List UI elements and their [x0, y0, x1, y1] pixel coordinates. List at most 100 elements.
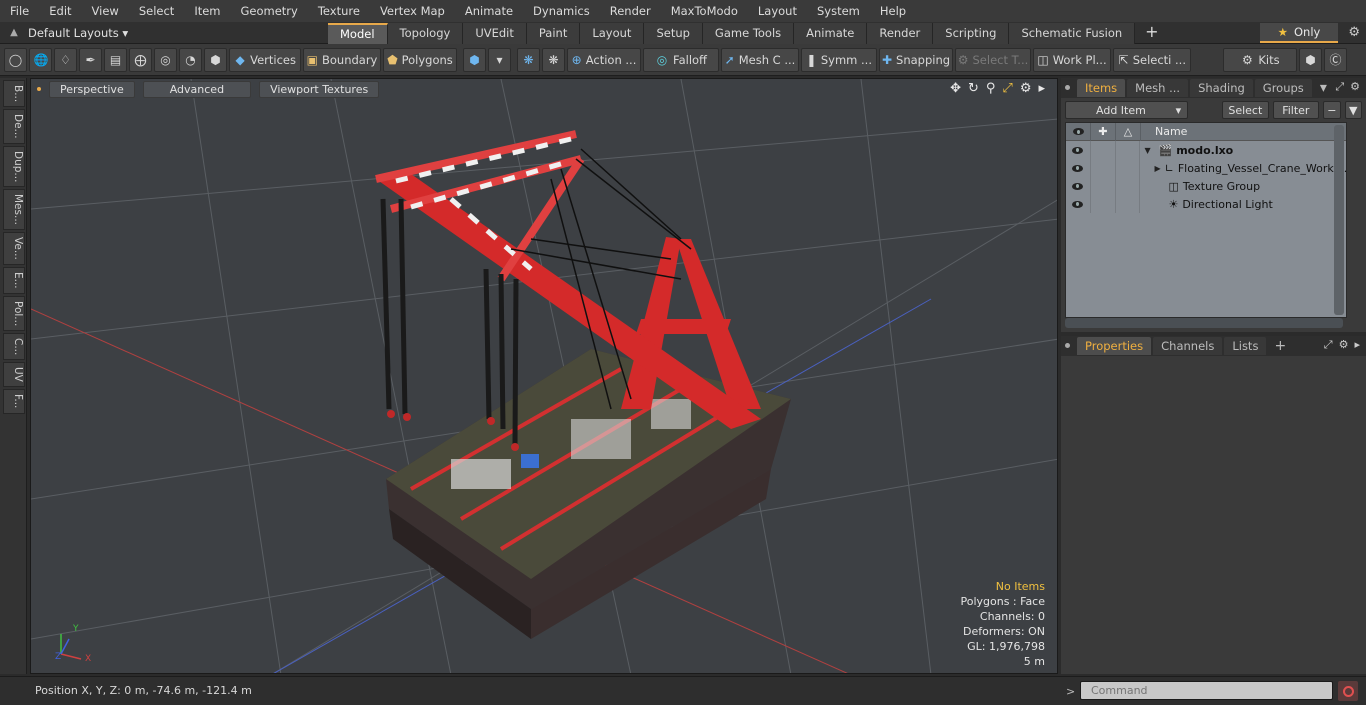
- brush-button[interactable]: ✒: [79, 47, 102, 72]
- tab-lists[interactable]: Lists: [1224, 337, 1267, 355]
- tab-scripting[interactable]: Scripting: [933, 22, 1010, 44]
- panel-more-icon[interactable]: ▸: [1354, 338, 1360, 352]
- tab-groups[interactable]: Groups: [1254, 79, 1312, 97]
- menu-file[interactable]: File: [0, 0, 39, 22]
- material-dropdown[interactable]: ▾: [488, 47, 511, 72]
- tree-row-modo-lxo[interactable]: ▼ 🎬 modo.lxo: [1066, 141, 1346, 159]
- menu-edit[interactable]: Edit: [39, 0, 81, 22]
- vertices-button[interactable]: ◆ Vertices: [229, 47, 301, 72]
- menu-view[interactable]: View: [82, 0, 129, 22]
- mesh-constraint-button[interactable]: ➚ Mesh C ...: [721, 47, 799, 72]
- zoom-icon[interactable]: ⚲: [986, 81, 996, 96]
- panel-gear-icon[interactable]: ⚙: [1339, 338, 1349, 352]
- vtab-vertex[interactable]: Ve...: [3, 232, 25, 266]
- action-center-button[interactable]: ⊕ Action ...: [567, 47, 641, 72]
- unreal-button[interactable]: Ⓒ: [1324, 47, 1347, 72]
- 3d-viewport[interactable]: Y X Z Perspective Advanced Viewport Text…: [30, 78, 1058, 674]
- filter-button[interactable]: Filter: [1272, 101, 1320, 119]
- maximize-icon[interactable]: ⤢: [1002, 81, 1012, 96]
- select-through-button[interactable]: ⚙ Select T...: [955, 47, 1031, 72]
- tab-render[interactable]: Render: [867, 22, 934, 44]
- vtab-duplicate[interactable]: Dup...: [3, 145, 25, 188]
- vtab-basic[interactable]: B...: [3, 80, 25, 108]
- polygons-button[interactable]: ⬟ Polygons: [383, 47, 457, 72]
- name-column-header[interactable]: Name: [1141, 125, 1187, 138]
- tree-row-texture-group[interactable]: ◫ Texture Group: [1066, 177, 1346, 195]
- pen-button[interactable]: ♢: [54, 47, 77, 72]
- tab-layout[interactable]: Layout: [580, 22, 645, 44]
- panel-gear-icon[interactable]: ⚙: [1350, 80, 1360, 94]
- menu-help[interactable]: Help: [870, 0, 916, 22]
- viewport-textures-button[interactable]: Viewport Textures: [259, 80, 380, 98]
- filter-funnel-button[interactable]: ▼: [1344, 101, 1362, 119]
- visibility-eye-icon[interactable]: [1066, 141, 1091, 159]
- add-item-button[interactable]: Add Item ▾: [1065, 101, 1189, 119]
- only-toggle[interactable]: ★ Only: [1260, 23, 1338, 43]
- vtab-curve[interactable]: C...: [3, 333, 25, 361]
- menu-geometry[interactable]: Geometry: [231, 0, 308, 22]
- lock-column-icon[interactable]: ✚: [1091, 122, 1116, 141]
- vtab-edge[interactable]: E...: [3, 267, 25, 294]
- add-tab-button[interactable]: +: [1268, 338, 1292, 354]
- select-button[interactable]: Select: [1222, 101, 1269, 119]
- layout-selector[interactable]: Default Layouts ▾: [28, 26, 328, 40]
- vtab-polygon[interactable]: Pol...: [3, 295, 25, 332]
- visibility-eye-icon[interactable]: [1066, 159, 1091, 177]
- kits-button[interactable]: ⚙ Kits: [1223, 47, 1297, 72]
- vtab-deform[interactable]: De...: [3, 109, 25, 144]
- tabs-dropdown-icon[interactable]: ▾: [1314, 80, 1333, 96]
- record-macro-button[interactable]: [1338, 681, 1358, 701]
- menu-texture[interactable]: Texture: [308, 0, 370, 22]
- tab-mesh[interactable]: Mesh ...: [1127, 79, 1189, 97]
- circle-select-button[interactable]: ◯: [4, 47, 27, 72]
- symmetry-y-button[interactable]: ❋: [542, 47, 565, 72]
- menu-vertex-map[interactable]: Vertex Map: [370, 0, 455, 22]
- falloff-button[interactable]: ◎ Falloff: [643, 47, 719, 72]
- menu-render[interactable]: Render: [600, 0, 661, 22]
- add-tab-button[interactable]: +: [1135, 22, 1168, 44]
- tab-setup[interactable]: Setup: [644, 22, 703, 44]
- vtab-mesh-edit[interactable]: Mes...: [3, 189, 25, 231]
- viewport-expand-icon[interactable]: ▸: [1038, 81, 1045, 96]
- tab-shading[interactable]: Shading: [1190, 79, 1253, 97]
- tab-game-tools[interactable]: Game Tools: [702, 22, 795, 44]
- expand-panel-icon[interactable]: ⤢: [1324, 338, 1333, 352]
- command-input[interactable]: [1080, 681, 1333, 700]
- material-button[interactable]: ⬢: [463, 47, 486, 72]
- orbit-icon[interactable]: ↻: [968, 81, 979, 96]
- menu-item[interactable]: Item: [184, 0, 230, 22]
- pan-icon[interactable]: ✥: [950, 81, 961, 96]
- transform-button[interactable]: ⨁: [129, 47, 152, 72]
- menu-system[interactable]: System: [807, 0, 870, 22]
- boundary-button[interactable]: ▣ Boundary: [303, 47, 381, 72]
- tab-channels[interactable]: Channels: [1153, 337, 1223, 355]
- viewport-scene[interactable]: Y X Z: [31, 79, 1058, 674]
- unity-button[interactable]: ⬢: [1299, 47, 1322, 72]
- panel-menu-icon[interactable]: [1065, 343, 1070, 348]
- globe-button[interactable]: 🌐: [29, 47, 52, 72]
- advanced-button[interactable]: Advanced: [142, 80, 252, 98]
- align-button[interactable]: ▤: [104, 47, 127, 72]
- menu-maxtomodo[interactable]: MaxToModo: [661, 0, 748, 22]
- tree-horizontal-scrollbar[interactable]: [1065, 318, 1343, 328]
- tree-row-directional-light[interactable]: ☀ Directional Light: [1066, 195, 1346, 213]
- tree-row-mesh[interactable]: ▶ ∟ Floating_Vessel_Crane_Worki...: [1066, 159, 1346, 177]
- menu-select[interactable]: Select: [129, 0, 184, 22]
- layout-grip-icon[interactable]: ▲: [0, 27, 28, 38]
- vtab-uv[interactable]: UV: [3, 362, 25, 388]
- tab-schematic-fusion[interactable]: Schematic Fusion: [1009, 22, 1136, 44]
- selection-sets-button[interactable]: ⇱ Selecti ...: [1113, 47, 1191, 72]
- expand-triangle-icon[interactable]: ▼: [1144, 146, 1154, 155]
- menu-dynamics[interactable]: Dynamics: [523, 0, 600, 22]
- tab-model[interactable]: Model: [328, 22, 388, 44]
- tree-vertical-scrollbar[interactable]: [1334, 125, 1344, 315]
- type-column-icon[interactable]: △: [1116, 122, 1141, 141]
- gear-icon[interactable]: ⚙: [1348, 25, 1360, 40]
- visibility-column-icon[interactable]: [1066, 122, 1091, 141]
- symmetry-button[interactable]: ❚ Symm ...: [801, 47, 877, 72]
- collapse-triangle-icon[interactable]: ▶: [1154, 164, 1160, 173]
- perspective-button[interactable]: Perspective: [49, 80, 135, 98]
- viewport-settings-icon[interactable]: ⚙: [1020, 81, 1032, 96]
- rotate-button[interactable]: ◔: [179, 47, 202, 72]
- vtab-fusion[interactable]: F...: [3, 389, 25, 414]
